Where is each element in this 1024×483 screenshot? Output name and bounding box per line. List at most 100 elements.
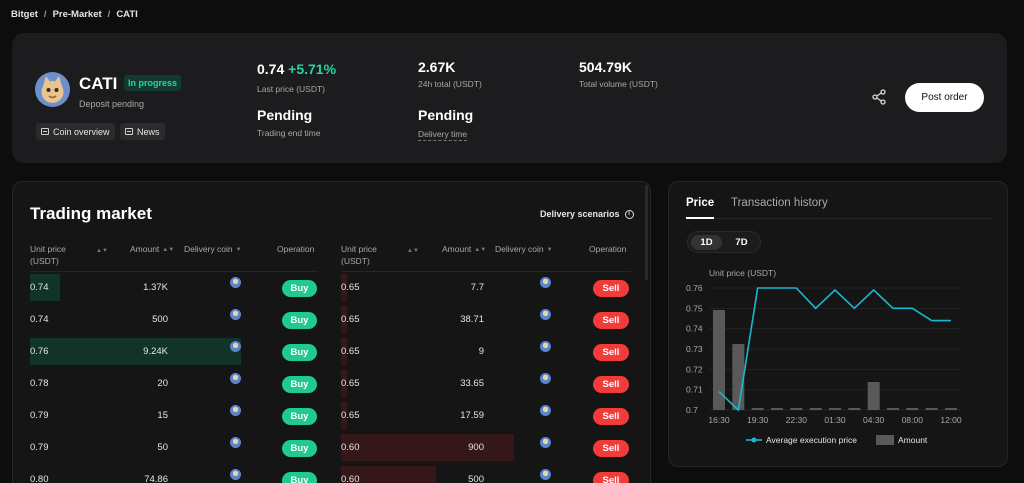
table-row: 0.74 500 Buy (30, 306, 322, 338)
sell-button[interactable]: Sell (593, 312, 629, 329)
amount-cell: 38.71 (460, 314, 484, 325)
coin-icon (230, 277, 241, 288)
coin-icon (540, 277, 551, 288)
buy-button[interactable]: Buy (282, 472, 317, 483)
sort-icon: ▲▼ (162, 247, 175, 253)
post-order-button[interactable]: Post order (905, 83, 984, 112)
legend-label: Average execution price (766, 435, 857, 445)
table-row: 0.60 900 Sell (341, 434, 633, 466)
amount-cell: 7.7 (470, 282, 484, 293)
unit-price-cell: 0.60 (341, 442, 360, 453)
amount-cell: 20 (157, 378, 168, 389)
amount-cell: 1.37K (143, 282, 168, 293)
breadcrumb-pre-market[interactable]: Pre-Market (53, 9, 102, 20)
price-change: +5.71% (288, 61, 337, 77)
document-icon (41, 128, 49, 135)
unit-price-cell: 0.79 (30, 442, 49, 453)
sell-button[interactable]: Sell (593, 376, 629, 393)
col-delivery-coin-buy[interactable]: Delivery coin ▼ (184, 243, 242, 256)
info-icon: i (624, 209, 634, 219)
y-tick-label: 0.72 (686, 364, 703, 374)
sort-icon[interactable]: ▲▼ (407, 245, 419, 257)
coin-icon (540, 469, 551, 480)
table-row: 0.78 20 Buy (30, 370, 322, 402)
sell-button[interactable]: Sell (593, 280, 629, 297)
scrollbar[interactable] (645, 185, 648, 280)
col-unit-price-sell[interactable]: Unit price (USDT) (341, 243, 411, 267)
buy-button[interactable]: Buy (282, 376, 317, 393)
col-operation-sell: Operation (589, 244, 627, 254)
delivery-scenarios-label: Delivery scenarios (540, 209, 620, 219)
table-row: 0.76 9.24K Buy (30, 338, 322, 370)
last-price-label: Last price (USDT) (257, 84, 326, 94)
breadcrumb-current: CATI (116, 9, 138, 20)
sort-icon[interactable]: ▲▼ (96, 245, 108, 257)
coin-overview-button[interactable]: Coin overview (36, 123, 115, 140)
breadcrumb-separator: / (107, 9, 111, 20)
table-row: 0.65 9 Sell (341, 338, 633, 370)
x-tick-label: 04:30 (863, 415, 885, 425)
unit-price-cell: 0.65 (341, 378, 360, 389)
share-icon[interactable] (871, 89, 887, 105)
tab-price[interactable]: Price (686, 197, 714, 209)
unit-price-cell: 0.74 (30, 282, 49, 293)
col-amount-buy[interactable]: Amount ▲▼ (130, 243, 174, 256)
24h-total-value: 2.67K (418, 59, 456, 75)
coin-overview-label: Coin overview (53, 126, 110, 137)
x-tick-label: 08:00 (902, 415, 924, 425)
amount-bar (751, 408, 764, 410)
table-row: 0.80 74.86 Buy (30, 466, 322, 483)
amount-cell: 17.59 (460, 410, 484, 421)
delivery-scenarios-link[interactable]: Delivery scenarios i (540, 209, 634, 219)
col-amount-sell[interactable]: Amount ▲▼ (442, 243, 486, 256)
amount-cell: 500 (152, 314, 168, 325)
trading-end-label: Trading end time (257, 128, 321, 138)
unit-price-cell: 0.60 (341, 474, 360, 483)
news-button[interactable]: News (120, 123, 165, 140)
range-7d-button[interactable]: 7D (726, 235, 757, 250)
table-row: 0.79 15 Buy (30, 402, 322, 434)
amount-bar (809, 408, 822, 410)
amount-bar (887, 408, 899, 410)
amount-bar (867, 382, 880, 410)
y-tick-label: 0.75 (686, 303, 703, 313)
buy-button[interactable]: Buy (282, 280, 317, 297)
col-delivery-coin-sell[interactable]: Delivery coin ▼ (495, 243, 553, 256)
unit-price-cell: 0.80 (30, 474, 49, 483)
y-tick-label: 0.74 (686, 324, 703, 334)
tab-transaction-history[interactable]: Transaction history (731, 197, 828, 209)
coin-avatar (35, 72, 70, 107)
total-volume-label: Total volume (USDT) (579, 79, 658, 89)
price-chart: Unit price (USDT) 0.76 0.75 0.74 0.73 0.72 0.7… (686, 268, 962, 445)
y-tick-label: 0.76 (686, 283, 703, 293)
trading-market-card: Trading market Delivery scenarios i Unit… (12, 181, 651, 483)
buy-button[interactable]: Buy (282, 344, 317, 361)
total-volume-value: 504.79K (579, 59, 632, 75)
amount-bar (790, 408, 803, 410)
table-row: 0.65 7.7 Sell (341, 274, 633, 306)
sell-button[interactable]: Sell (593, 472, 629, 483)
divider (30, 271, 318, 272)
sell-button[interactable]: Sell (593, 408, 629, 425)
24h-total-label: 24h total (USDT) (418, 79, 482, 89)
col-unit-price-buy[interactable]: Unit price (USDT) (30, 243, 100, 267)
y-tick-label: 0.71 (686, 385, 703, 395)
amount-cell: 50 (157, 442, 168, 453)
coin-icon (540, 437, 551, 448)
buy-button[interactable]: Buy (282, 408, 317, 425)
buy-button[interactable]: Buy (282, 312, 317, 329)
delivery-time-value: Pending (418, 107, 474, 123)
unit-price-cell: 0.78 (30, 378, 49, 389)
range-1d-button[interactable]: 1D (691, 235, 722, 250)
x-tick-label: 12:00 (940, 415, 962, 425)
coin-header-card: CATI In progress Deposit pending Coin ov… (12, 33, 1007, 163)
legend-bar-swatch (876, 435, 894, 445)
delivery-time-label[interactable]: Delivery time (418, 129, 468, 141)
sell-button[interactable]: Sell (593, 440, 629, 457)
sell-button[interactable]: Sell (593, 344, 629, 361)
breadcrumb-home[interactable]: Bitget (11, 9, 38, 20)
market-title: Trading market (30, 204, 152, 223)
buy-button[interactable]: Buy (282, 440, 317, 457)
coin-icon (230, 309, 241, 320)
coin-name: CATI (79, 74, 118, 93)
